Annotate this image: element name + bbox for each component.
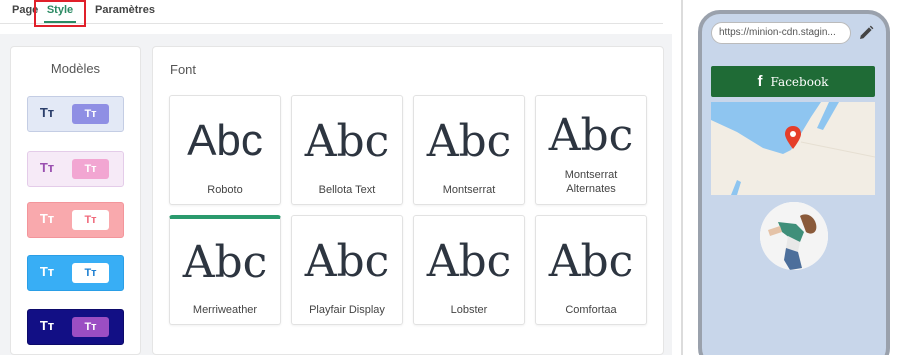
font-card-roboto[interactable]: Abc Roboto	[169, 95, 281, 205]
font-card-lobster[interactable]: Abc Lobster	[413, 215, 525, 325]
font-card-montserrat-alternates[interactable]: Abc Montserrat Alternates	[535, 95, 647, 205]
model-right-text: Tт	[72, 263, 109, 283]
font-sample: Abc	[548, 110, 634, 161]
avatar	[760, 202, 828, 270]
facebook-icon: f	[757, 73, 763, 90]
model-left-text: Tт	[39, 211, 55, 226]
font-name: Roboto	[207, 184, 243, 196]
font-sample: Abc	[426, 236, 512, 287]
model-right-text: Tт	[72, 159, 109, 179]
model-right-text: Tт	[72, 317, 109, 337]
phone-preview: https://minion-cdn.stagin... f Facebook	[698, 10, 890, 355]
tab-style-label: Style	[46, 4, 74, 16]
font-sample: Abc	[187, 116, 263, 165]
font-card-montserrat[interactable]: Abc Montserrat	[413, 95, 525, 205]
model-swatch[interactable]: Tт Tт	[27, 255, 124, 291]
font-name: Bellota Text	[318, 184, 376, 196]
model-left-text: Tт	[39, 264, 55, 279]
tab-style[interactable]: Style	[34, 0, 86, 27]
model-left-text: Tт	[39, 160, 55, 175]
model-right-text: Tт	[72, 210, 109, 230]
font-card-bellota-text[interactable]: Abc Bellota Text	[291, 95, 403, 205]
font-sample: Abc	[548, 236, 634, 287]
model-swatch[interactable]: Tт Tт	[27, 151, 124, 187]
font-sample: Abc	[304, 116, 390, 167]
model-swatch[interactable]: Tт Tт	[27, 309, 124, 345]
panel-divider	[681, 0, 683, 355]
fonts-panel: Font Abc Roboto Abc Bellota Text Abc Mon…	[152, 46, 664, 355]
avatar-image	[760, 202, 828, 270]
facebook-link-button[interactable]: f Facebook	[711, 66, 875, 97]
map-preview[interactable]	[711, 102, 875, 195]
map-pin-icon	[785, 126, 801, 149]
model-right-text: Tт	[72, 104, 109, 124]
models-title: Modèles	[50, 61, 101, 76]
font-name: Merriweather	[192, 304, 258, 316]
models-panel: Modèles Tт Tт Tт Tт Tт Tт Tт Tт Tт Tт	[10, 46, 141, 355]
tab-bar: Page Style Paramètres	[0, 0, 663, 27]
font-name: Montserrat Alternates	[564, 169, 618, 195]
font-sample: Abc	[426, 116, 512, 167]
pencil-icon[interactable]	[857, 24, 875, 42]
style-editor: Page Style Paramètres Modèles Tт Tт Tт T…	[0, 0, 900, 355]
model-swatch[interactable]: Tт Tт	[27, 202, 124, 238]
model-left-text: Tт	[39, 105, 55, 120]
fonts-title: Font	[170, 62, 197, 77]
font-card-comfortaa[interactable]: Abc Comfortaa	[535, 215, 647, 325]
active-tab-indicator	[44, 21, 76, 23]
font-card-merriweather[interactable]: Abc Merriweather	[169, 215, 281, 325]
font-sample: Abc	[304, 236, 390, 287]
preview-url[interactable]: https://minion-cdn.stagin...	[711, 22, 851, 44]
font-name: Montserrat	[442, 184, 496, 196]
facebook-button-label: Facebook	[770, 75, 829, 89]
font-card-playfair-display[interactable]: Abc Playfair Display	[291, 215, 403, 325]
font-name: Playfair Display	[309, 304, 385, 316]
model-left-text: Tт	[39, 318, 55, 333]
font-sample: Abc	[182, 237, 268, 288]
font-name: Comfortaa	[565, 304, 617, 316]
tab-parametres[interactable]: Paramètres	[95, 4, 155, 16]
model-swatch[interactable]: Tт Tт	[27, 96, 124, 132]
font-name: Lobster	[450, 304, 488, 316]
